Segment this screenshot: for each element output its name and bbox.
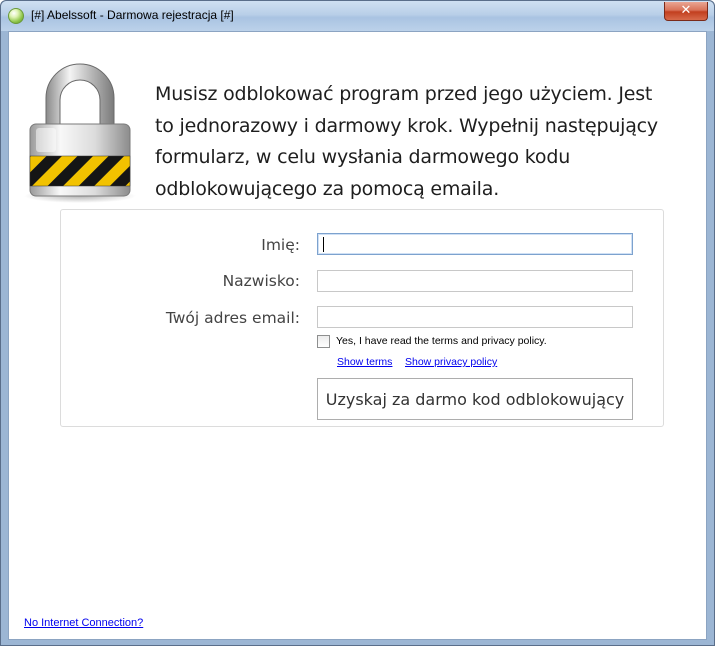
terms-checkbox-label[interactable]: Yes, I have read the terms and privacy p…: [336, 335, 547, 347]
window-title: [#] Abelssoft - Darmowa rejestracja [#]: [31, 8, 234, 22]
intro-text: Musisz odblokować program przed jego uży…: [155, 83, 658, 200]
email-input[interactable]: [317, 306, 633, 328]
first-name-label: Imię:: [261, 236, 300, 254]
show-terms-link[interactable]: Show terms: [337, 356, 392, 368]
email-label: Twój adres email:: [165, 309, 300, 327]
show-privacy-policy-link[interactable]: Show privacy policy: [405, 356, 497, 368]
registration-form: Imię: Nazwisko: Twój adres email: Yes, I…: [60, 209, 664, 427]
app-globe-icon: [8, 8, 24, 24]
last-name-label: Nazwisko:: [222, 272, 300, 290]
client-area: Musisz odblokować program przed jego uży…: [8, 31, 707, 640]
application-window: [#] Abelssoft - Darmowa rejestracja [#] …: [0, 0, 715, 646]
get-unlock-code-button[interactable]: Uzyskaj za darmo kod odblokowujący: [317, 378, 633, 420]
first-name-input[interactable]: [317, 233, 633, 255]
title-bar[interactable]: [#] Abelssoft - Darmowa rejestracja [#] …: [1, 1, 714, 31]
text-caret: [323, 237, 324, 252]
no-internet-connection-link[interactable]: No Internet Connection?: [24, 617, 143, 629]
close-button[interactable]: ✕: [664, 2, 708, 21]
padlock-icon: [24, 63, 136, 203]
terms-checkbox[interactable]: [317, 335, 330, 348]
last-name-input[interactable]: [317, 270, 633, 292]
